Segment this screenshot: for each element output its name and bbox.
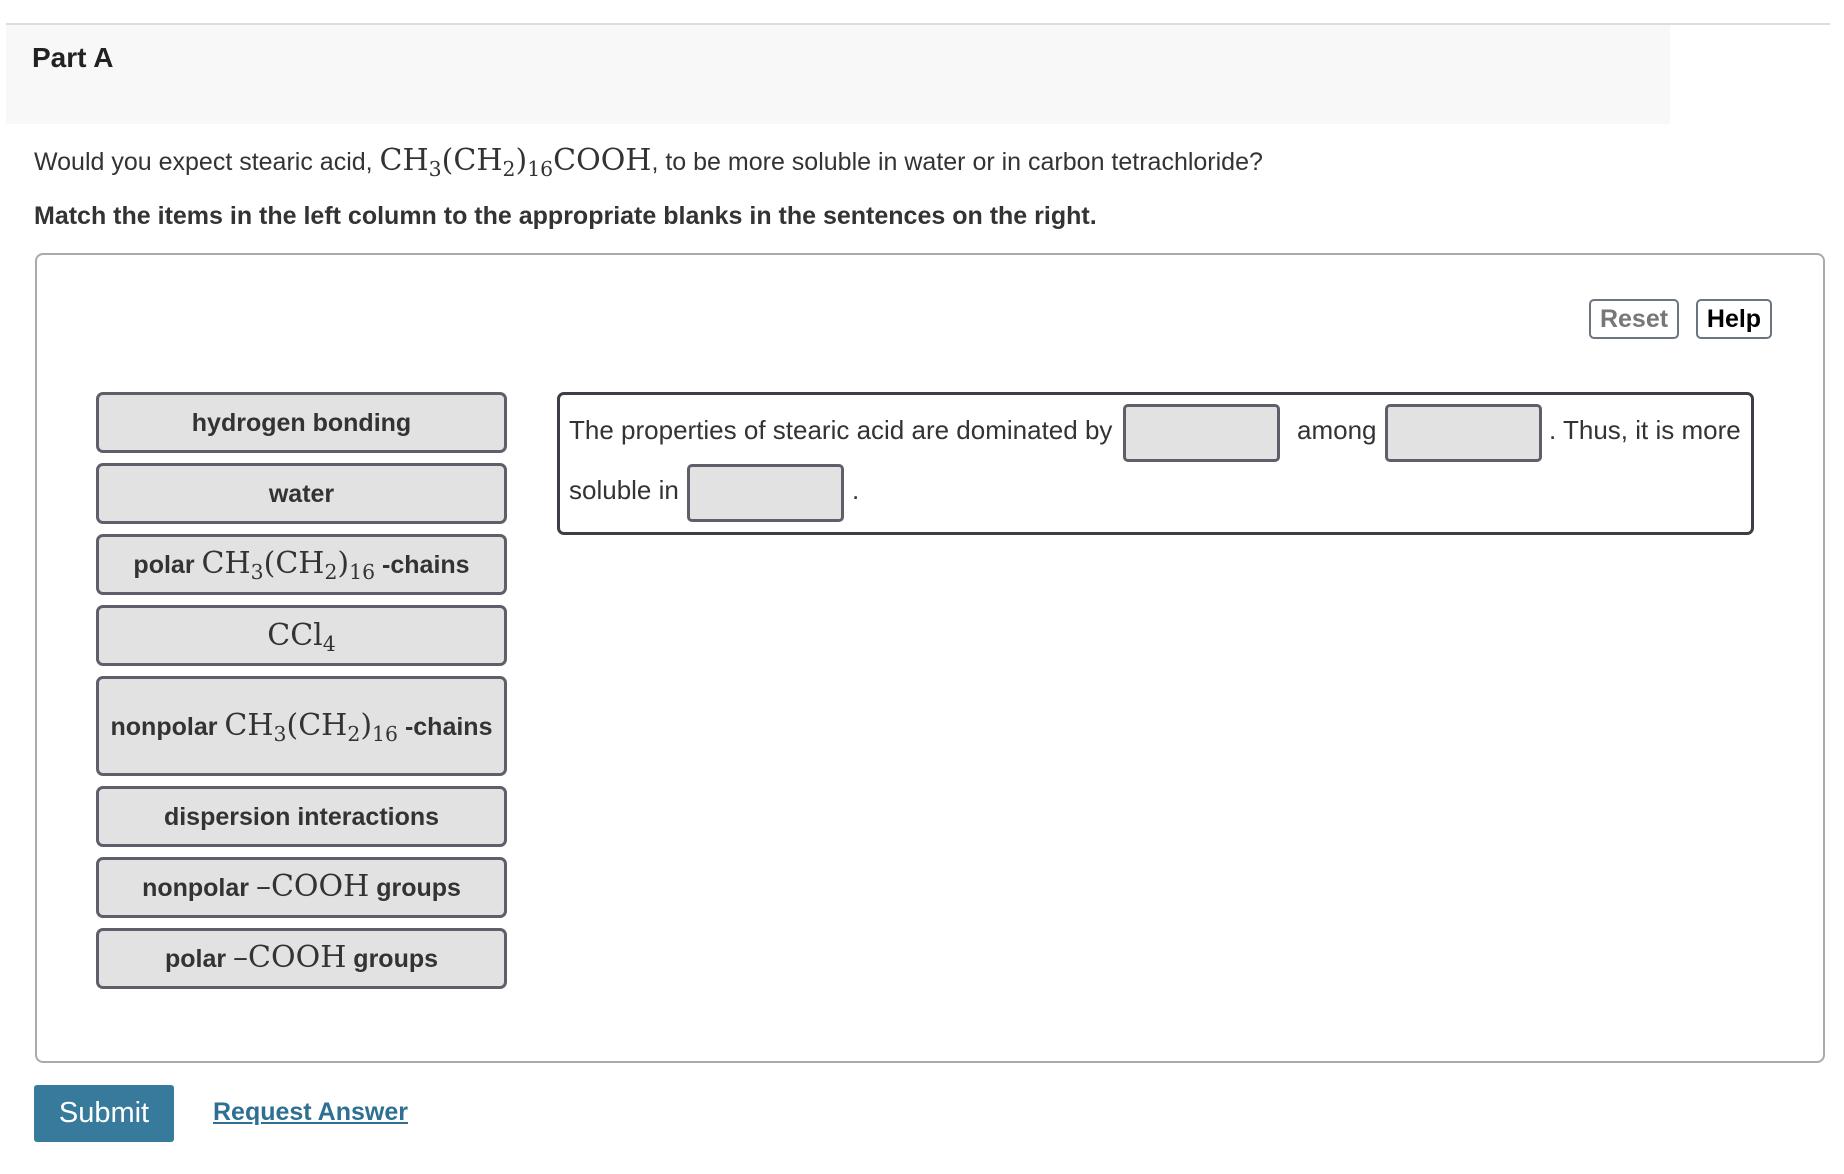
sentence-box: The properties of stearic acid are domin… xyxy=(557,392,1754,535)
choice-water[interactable]: water xyxy=(96,463,507,524)
choice-polar-cooh[interactable]: polar –COOH groups xyxy=(96,928,507,989)
sentence-part-1: The properties of stearic acid are domin… xyxy=(569,415,1113,445)
choice-ccl4[interactable]: CCl4 xyxy=(96,605,507,666)
sentence-part-5: . xyxy=(852,475,860,505)
question-text: Would you expect stearic acid, CH3(CH2)1… xyxy=(34,143,1263,182)
sentence-part-4: soluble in xyxy=(569,475,679,505)
blank-1[interactable] xyxy=(1123,404,1280,462)
submit-button[interactable]: Submit xyxy=(34,1085,174,1142)
stearic-acid-formula: CH3(CH2)16COOH xyxy=(379,143,652,182)
blank-3[interactable] xyxy=(687,464,844,522)
request-answer-link[interactable]: Request Answer xyxy=(213,1098,408,1127)
choice-nonpolar-chains[interactable]: nonpolar CH3(CH2)16 -chains xyxy=(96,676,507,776)
sentence-part-3: . Thus, it is more xyxy=(1549,415,1741,445)
choice-hydrogen-bonding[interactable]: hydrogen bonding xyxy=(96,392,507,453)
help-button[interactable]: Help xyxy=(1696,299,1772,339)
part-title: Part A xyxy=(32,42,114,73)
choices-column: hydrogen bonding water polar CH3(CH2)16 … xyxy=(96,392,507,999)
choice-dispersion-interactions[interactable]: dispersion interactions xyxy=(96,786,507,847)
blank-2[interactable] xyxy=(1385,404,1542,462)
part-header xyxy=(6,25,1670,124)
reset-button[interactable]: Reset xyxy=(1589,299,1679,339)
question-suffix: , to be more soluble in water or in carb… xyxy=(651,148,1263,176)
sentence-part-2: among xyxy=(1297,415,1377,445)
choice-nonpolar-cooh[interactable]: nonpolar –COOH groups xyxy=(96,857,507,918)
choice-polar-chains[interactable]: polar CH3(CH2)16 -chains xyxy=(96,534,507,595)
question-prefix: Would you expect stearic acid, xyxy=(34,148,380,176)
instructions: Match the items in the left column to th… xyxy=(34,202,1097,230)
